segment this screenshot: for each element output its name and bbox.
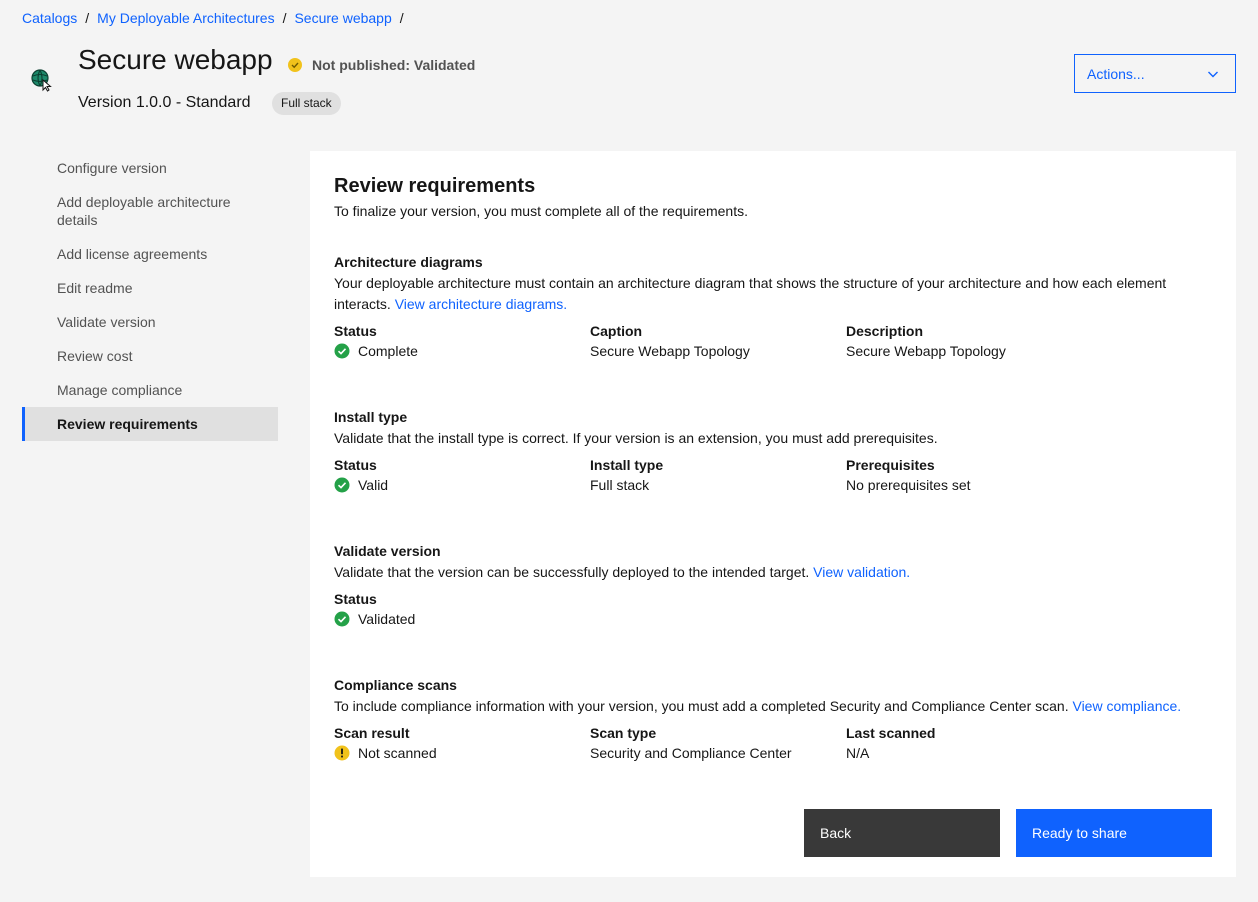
nav-manage-compliance[interactable]: Manage compliance	[22, 373, 278, 407]
field-value: No prerequisites set	[846, 477, 971, 493]
scan-type-field: Scan type Security and Compliance Center	[590, 723, 846, 763]
section-description: Validate that the install type is correc…	[334, 430, 938, 446]
view-validation-link[interactable]: View validation.	[813, 564, 910, 580]
checkmark-filled-icon	[334, 343, 350, 359]
field-label: Caption	[590, 323, 643, 339]
publish-status-text: Not published: Validated	[312, 57, 476, 73]
field-value: N/A	[846, 745, 870, 761]
back-button[interactable]: Back	[804, 809, 1000, 857]
field-value: Secure Webapp Topology	[846, 343, 1006, 359]
breadcrumb-separator: /	[85, 10, 90, 26]
last-scanned-field: Last scanned N/A	[846, 723, 1102, 763]
globe-cursor-icon	[31, 69, 52, 92]
field-value: Validated	[334, 609, 590, 629]
field-value: Complete	[334, 341, 590, 361]
install-type-section: Install type Validate that the install t…	[334, 408, 1214, 495]
warning-dot-icon	[288, 58, 302, 72]
section-description: Your deployable architecture must contai…	[334, 273, 1214, 315]
caption-field: Caption Secure Webapp Topology	[590, 321, 846, 361]
nav-edit-readme[interactable]: Edit readme	[22, 271, 278, 305]
panel-title: Review requirements	[334, 175, 536, 197]
breadcrumb-separator: /	[399, 10, 404, 26]
status-text: Complete	[358, 343, 418, 359]
compliance-scans-section: Compliance scans To include compliance i…	[334, 676, 1214, 763]
field-row: Status Complete Caption Secure Webapp To…	[334, 321, 1214, 361]
actions-dropdown[interactable]: Actions...	[1074, 54, 1236, 93]
field-value: Security and Compliance Center	[590, 745, 792, 761]
description-text: To include compliance information with y…	[334, 698, 1069, 714]
section-description: To include compliance information with y…	[334, 696, 1214, 717]
panel-subtitle: To finalize your version, you must compl…	[334, 203, 748, 219]
field-value: Secure Webapp Topology	[590, 343, 750, 359]
page: Catalogs / My Deployable Architectures /…	[0, 0, 1258, 902]
field-label: Scan type	[590, 725, 657, 741]
status-field: Status Complete	[334, 321, 590, 361]
ready-to-share-button[interactable]: Ready to share	[1016, 809, 1212, 857]
nav-review-cost[interactable]: Review cost	[22, 339, 278, 373]
field-value: Valid	[334, 475, 590, 495]
breadcrumb-secure-webapp[interactable]: Secure webapp	[294, 10, 391, 26]
field-label: Install type	[590, 457, 664, 473]
checkmark-filled-icon	[334, 477, 350, 493]
field-value: Full stack	[590, 477, 650, 493]
status-text: Validated	[358, 611, 416, 627]
actions-label: Actions...	[1087, 65, 1145, 82]
breadcrumb-separator: /	[282, 10, 287, 26]
description-text: Validate that the version can be success…	[334, 564, 810, 580]
field-label: Last scanned	[846, 725, 936, 741]
field-row: Scan result Not scanned Scan type Securi…	[334, 723, 1214, 763]
page-title: Secure webapp	[78, 44, 273, 75]
review-requirements-panel: Review requirements To finalize your ver…	[310, 151, 1236, 877]
view-compliance-link[interactable]: View compliance.	[1072, 698, 1181, 714]
section-title: Validate version	[334, 543, 441, 559]
side-nav: Configure version Add deployable archite…	[22, 151, 278, 441]
status-field: Status Validated	[334, 589, 590, 629]
field-label: Status	[334, 591, 377, 607]
prerequisites-field: Prerequisites No prerequisites set	[846, 455, 1102, 495]
validate-version-section: Validate version Validate that the versi…	[334, 542, 1214, 629]
scan-result-field: Scan result Not scanned	[334, 723, 590, 763]
field-row: Status Validated	[334, 589, 1214, 629]
field-label: Status	[334, 457, 377, 473]
version-label: Version 1.0.0 - Standard	[78, 94, 251, 111]
breadcrumb-my-deployable-architectures[interactable]: My Deployable Architectures	[97, 10, 274, 26]
install-type-tag: Full stack	[272, 92, 341, 115]
field-label: Status	[334, 323, 377, 339]
nav-review-requirements[interactable]: Review requirements	[22, 407, 278, 441]
section-title: Install type	[334, 409, 408, 425]
status-text: Not scanned	[358, 745, 437, 761]
install-type-field: Install type Full stack	[590, 455, 846, 495]
breadcrumb: Catalogs / My Deployable Architectures /…	[22, 10, 412, 26]
nav-add-details[interactable]: Add deployable architecture details	[22, 185, 278, 237]
checkmark-filled-icon	[334, 611, 350, 627]
nav-configure-version[interactable]: Configure version	[22, 151, 278, 185]
nav-add-license-agreements[interactable]: Add license agreements	[22, 237, 278, 271]
breadcrumb-catalogs[interactable]: Catalogs	[22, 10, 77, 26]
field-row: Status Valid Install type Full stack Pre…	[334, 455, 1214, 495]
publish-status: Not published: Validated	[288, 57, 475, 73]
section-title: Compliance scans	[334, 677, 457, 693]
chevron-down-icon	[1208, 71, 1218, 77]
status-field: Status Valid	[334, 455, 590, 495]
architecture-diagrams-section: Architecture diagrams Your deployable ar…	[334, 253, 1214, 361]
warning-filled-icon	[334, 745, 350, 761]
field-label: Scan result	[334, 725, 410, 741]
section-description: Validate that the version can be success…	[334, 562, 1214, 583]
nav-validate-version[interactable]: Validate version	[22, 305, 278, 339]
description-field: Description Secure Webapp Topology	[846, 321, 1102, 361]
section-title: Architecture diagrams	[334, 254, 483, 270]
field-label: Prerequisites	[846, 457, 935, 473]
field-label: Description	[846, 323, 924, 339]
field-value: Not scanned	[334, 743, 590, 763]
status-text: Valid	[358, 477, 389, 493]
view-architecture-diagrams-link[interactable]: View architecture diagrams.	[395, 296, 567, 312]
